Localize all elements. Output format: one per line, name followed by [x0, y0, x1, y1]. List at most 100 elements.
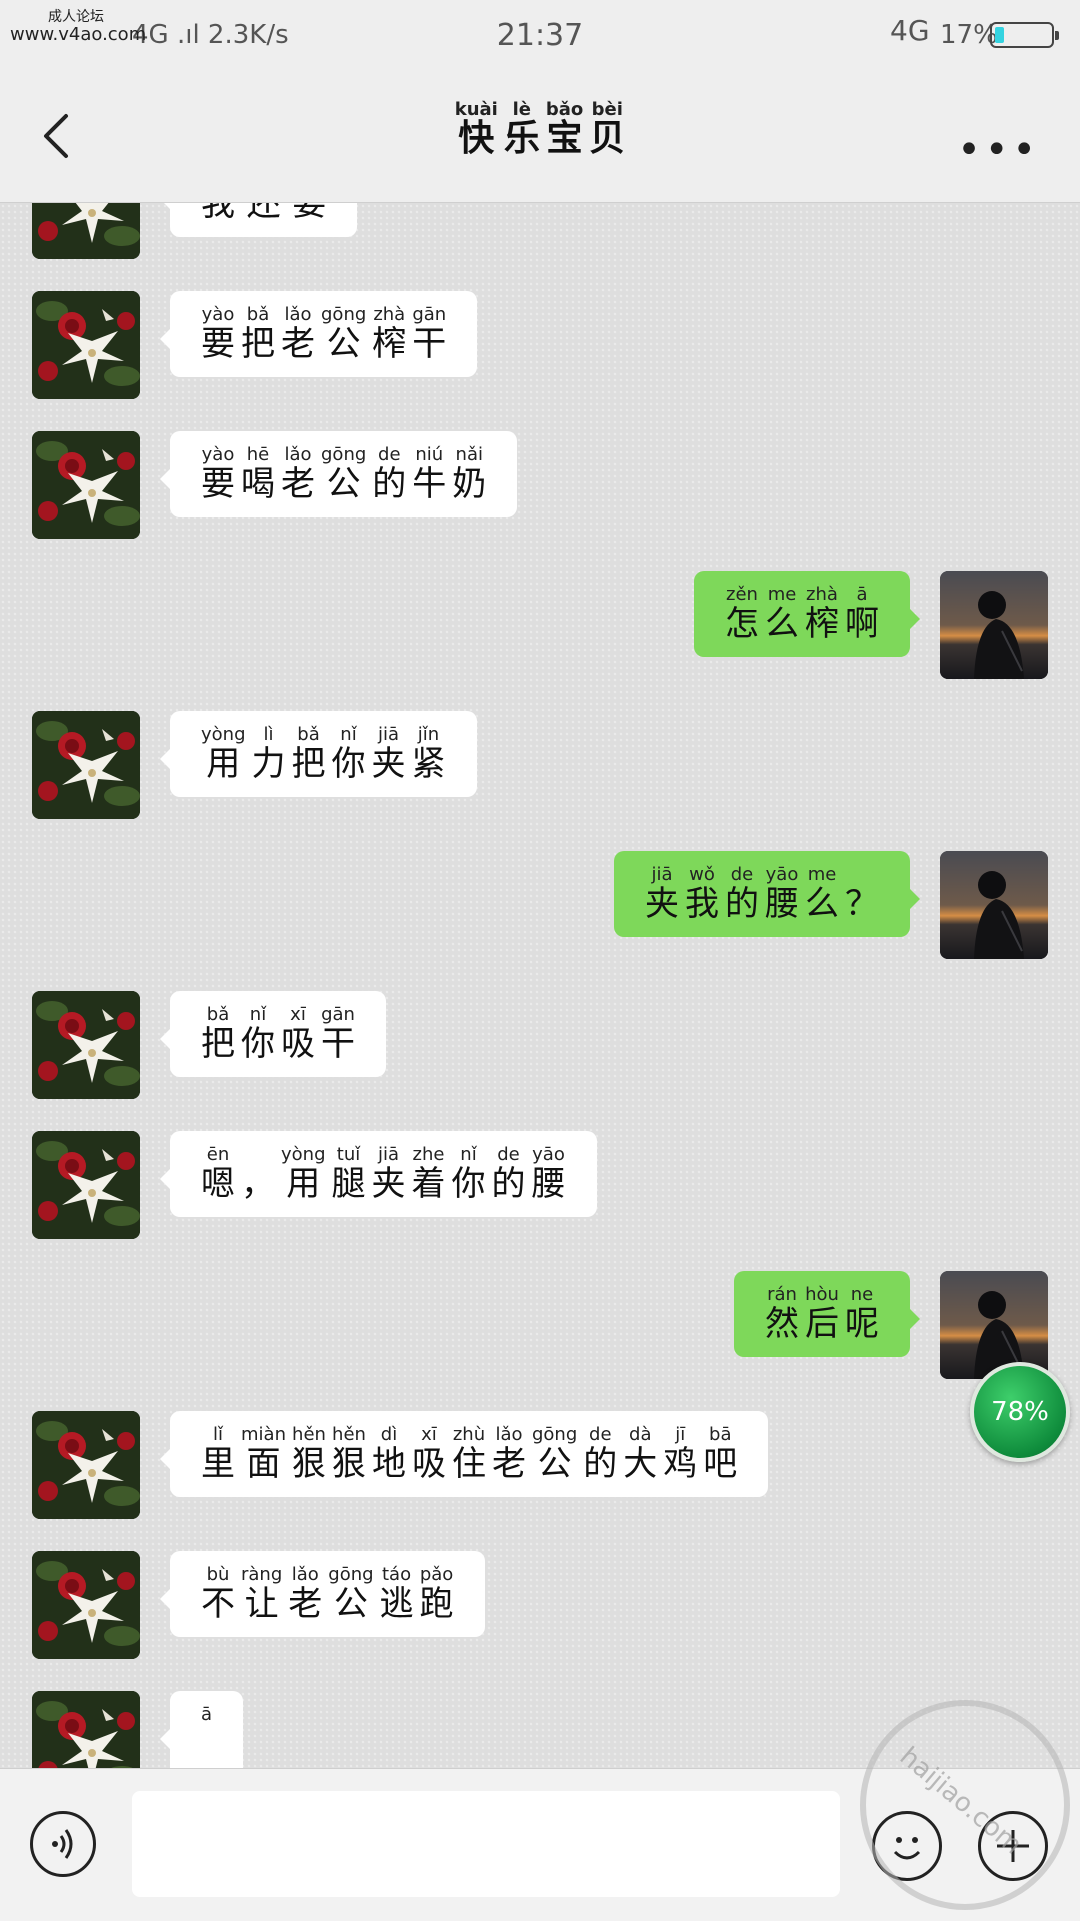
message-bubble[interactable]: lǐ 里 miàn 面 hěn 狠 hěn 狠 dì 地 xī 吸 zhù 住 lǎo 老 gōng 公 de 的 dà… [159, 1411, 769, 1497]
pinyin-text: ā [856, 584, 868, 605]
emoji-button[interactable] [872, 1811, 942, 1881]
contact-avatar[interactable] [32, 1691, 140, 1768]
hanzi-text: 乐 [503, 118, 540, 159]
ruby-word: jī 鸡 [663, 1425, 697, 1484]
ruby-word: ràng 让 [241, 1565, 282, 1624]
floating-progress-badge[interactable]: 78% [970, 1362, 1070, 1462]
hanzi-text: 贝 [589, 118, 626, 159]
pinyin-text: de [497, 1144, 520, 1165]
pinyin-text: lǎo [495, 1424, 523, 1445]
message-input[interactable] [132, 1791, 840, 1897]
hanzi-text: 力 [251, 744, 286, 784]
ruby-word: de 的 [725, 865, 759, 924]
pinyin-text: bǎo [545, 99, 584, 120]
ruby-word: tuǐ 腿 [332, 1145, 366, 1204]
message-bubble[interactable]: bù 不 ràng 让 lǎo 老 gōng 公 táo 逃 pǎo 跑 [160, 1551, 485, 1637]
ruby-word: ？ [845, 865, 879, 923]
ruby-word: ēn 嗯 [201, 1145, 235, 1204]
add-attachment-button[interactable] [978, 1811, 1048, 1881]
pinyin-text: gān [412, 304, 447, 325]
message-bubble[interactable]: bǎ 把 nǐ 你 xī 吸 gān 干 [160, 991, 386, 1077]
ruby-word: zhà 榨 [805, 585, 839, 644]
ruby-word: nǐ 你 [451, 1144, 486, 1204]
flower-avatar-image [32, 711, 140, 819]
hanzi-text: 嗯 [201, 1164, 235, 1204]
ruby-word: me 么 [805, 864, 839, 924]
person-avatar-image [940, 571, 1048, 679]
battery-icon [990, 22, 1059, 48]
more-options-button[interactable]: ••• [957, 130, 1040, 170]
pinyin-text: gān [321, 1004, 355, 1025]
ruby-word: dà 大 [623, 1424, 658, 1484]
hanzi-text: 你 [451, 1164, 486, 1204]
ruby-word: yào要 [201, 305, 235, 364]
message-bubble[interactable]: rán 然 hòu 后 ne 呢 [734, 1271, 920, 1357]
pinyin-text: zhù [452, 1424, 486, 1445]
pinyin-text: dà [629, 1424, 652, 1445]
voice-input-button[interactable] [30, 1811, 96, 1877]
pinyin-text: bǎ [246, 304, 270, 325]
pinyin-text: lè [512, 99, 532, 120]
ruby-word: pǎo 跑 [419, 1564, 454, 1624]
hanzi-text: 跑 [419, 1584, 454, 1624]
my-avatar[interactable] [940, 571, 1048, 679]
contact-avatar[interactable] [32, 1411, 140, 1519]
ruby-word: bǎo 宝 [546, 100, 583, 158]
message-bubble[interactable]: yòng 用 lì 力 bǎ 把 nǐ 你 jiā 夹 jǐn 紧 [160, 711, 477, 797]
pinyin-text: yòng [201, 724, 246, 745]
hanzi-text: 然 [765, 1304, 799, 1344]
hanzi-text: 里 [201, 1444, 235, 1484]
hanzi-text: 紧 [411, 744, 446, 784]
contact-avatar[interactable] [32, 991, 140, 1099]
hanzi-text: 的 [725, 884, 759, 924]
message-bubble[interactable]: zěn 怎 me 么 zhà 榨 ā 啊 [694, 571, 920, 657]
ruby-word: yào要 [201, 445, 235, 504]
flower-avatar-image [32, 203, 140, 259]
pinyin-text: xī [290, 1004, 306, 1025]
contact-avatar[interactable] [32, 291, 140, 399]
message-bubble[interactable]: ā [159, 1691, 244, 1768]
hanzi-text: 后 [805, 1304, 839, 1344]
pinyin-text: niú [415, 444, 444, 465]
contact-avatar[interactable] [32, 1551, 140, 1659]
ruby-word: lì 力 [251, 725, 286, 784]
pinyin-text: de [589, 1424, 612, 1445]
contact-avatar[interactable] [32, 711, 140, 819]
ruby-word: zhà 榨 [372, 305, 406, 364]
contact-avatar[interactable] [32, 203, 140, 259]
pinyin-text: bèi [591, 99, 623, 120]
ruby-word: ā [201, 1705, 212, 1763]
hanzi-text: 要 [201, 464, 235, 504]
ruby-word: ne 呢 [845, 1284, 879, 1344]
hanzi-text: 面 [246, 1444, 281, 1484]
pinyin-text: me [807, 864, 837, 885]
message-bubble[interactable]: ēn 嗯 ， yòng 用 tuǐ 腿 jiā 夹 zhe 着 nǐ 你 de 的 yāo 腰 [160, 1131, 597, 1217]
hanzi-text: 宝 [546, 118, 583, 159]
message-bubble[interactable]: wǒ我 huán还 yào要 [159, 203, 358, 237]
ruby-word: gōng 公 [321, 445, 366, 504]
pinyin-text: yāo [532, 1144, 565, 1165]
message-list[interactable]: wǒ我huán还yào要yào要bǎ把lǎo老gōng公zhà榨gān干yào要… [0, 203, 1080, 1768]
flower-avatar-image [32, 431, 140, 539]
person-avatar-image [940, 851, 1048, 959]
pinyin-text: jiā [377, 1144, 400, 1165]
my-avatar[interactable] [940, 851, 1048, 959]
hanzi-text: 逃 [379, 1584, 414, 1624]
message-bubble[interactable]: yào 要 hē 喝 lǎo 老 gōng 公 de 的 niú 牛 nǎi 奶 [159, 431, 518, 517]
pinyin-text: bā [709, 1424, 732, 1445]
pinyin-text: nǐ [460, 1144, 477, 1165]
hanzi-text: 公 [326, 464, 361, 504]
ruby-word: miàn 面 [241, 1424, 286, 1484]
pinyin-text: pǎo [419, 1564, 454, 1585]
message-bubble[interactable]: jiā 夹 wǒ 我 de 的 yāo 腰 me 么 ？ [614, 851, 920, 937]
ruby-word: lǎo 老 [288, 1565, 322, 1624]
ruby-word: bèi 贝 [589, 100, 625, 158]
ruby-word: yòng 用 [281, 1145, 326, 1204]
contact-avatar[interactable] [32, 431, 140, 539]
pinyin-text: miàn [241, 1424, 286, 1445]
pinyin-text: ne [850, 1284, 874, 1305]
ruby-word: hē 喝 [241, 445, 275, 504]
message-bubble[interactable]: yào 要 bǎ 把 lǎo 老 gōng 公 zhà 榨 gān 干 [159, 291, 478, 377]
hanzi-text: 大 [623, 1444, 658, 1484]
contact-avatar[interactable] [32, 1131, 140, 1239]
